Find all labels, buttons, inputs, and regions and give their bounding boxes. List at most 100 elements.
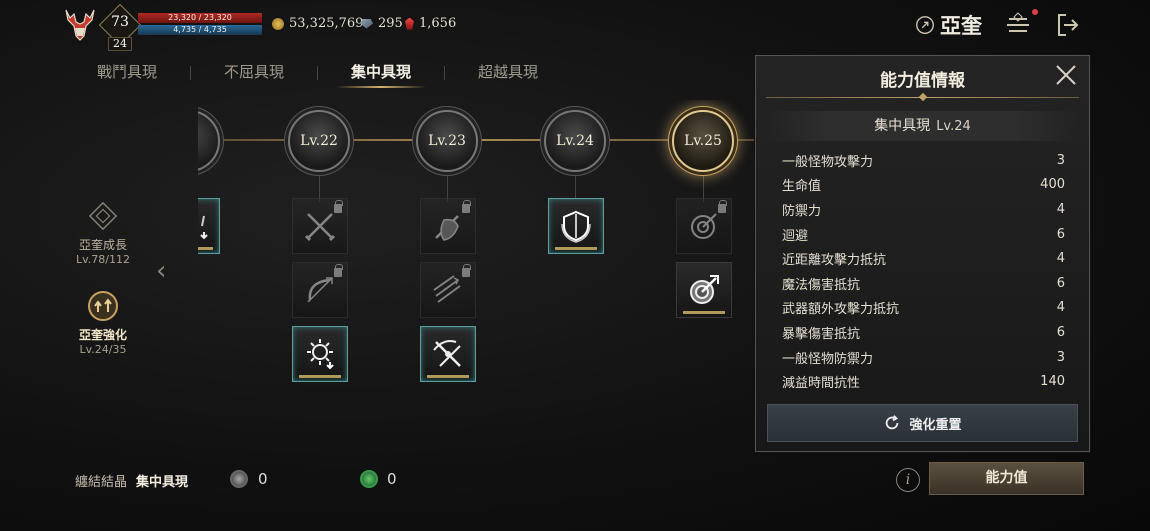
sidebar-item-label: 亞奎成長 bbox=[78, 238, 127, 252]
target-arrow-icon bbox=[690, 275, 719, 304]
panel-subtitle: 集中具現 Lv.24 bbox=[766, 111, 1079, 141]
track-node-21[interactable]: 21 bbox=[198, 110, 220, 172]
stat-name: 減益時間抗性 bbox=[782, 376, 861, 392]
card-progress-strip bbox=[555, 247, 597, 250]
panel-subtitle-name: 集中具現 bbox=[874, 118, 931, 134]
track-node-22[interactable]: Lv.22 bbox=[288, 110, 350, 172]
tab-focus[interactable]: 集中具現 bbox=[318, 58, 444, 88]
skill-card[interactable] bbox=[420, 198, 476, 254]
enhancement-track: 21 Lv.22 Lv.23 Lv.24 Lv.25 bbox=[198, 100, 754, 400]
share-icon[interactable] bbox=[910, 10, 940, 40]
bottom-value-label: 集中具現 bbox=[136, 475, 189, 490]
stat-value: 4 bbox=[1056, 300, 1065, 316]
stat-row: 迴避 6 bbox=[782, 222, 1065, 247]
panel-divider bbox=[766, 97, 1079, 98]
upgrade-arrows-icon bbox=[87, 290, 119, 322]
lock-icon bbox=[462, 264, 471, 277]
skill-card[interactable] bbox=[420, 262, 476, 318]
skill-card[interactable] bbox=[292, 326, 348, 382]
stats-panel: 能力值情報 集中具現 Lv.24 一般怪物攻擊力 3 生命值 400 防禦力 4 迴避 6… bbox=[755, 55, 1090, 452]
stat-row: 近距離攻擊力抵抗 4 bbox=[782, 246, 1065, 271]
coin-icon bbox=[272, 17, 284, 30]
stat-value: 140 bbox=[1040, 374, 1065, 390]
gray-crystal-icon bbox=[230, 470, 248, 488]
stat-name: 一般怪物攻擊力 bbox=[782, 154, 874, 170]
sidebar-item-level: Lv.24/35 bbox=[79, 343, 127, 356]
stag-head-icon[interactable] bbox=[60, 6, 100, 44]
stat-name: 一般怪物防禦力 bbox=[782, 351, 874, 367]
sidebar-item-growth[interactable]: 亞奎成長 Lv.78/112 bbox=[58, 200, 148, 266]
gem-counter: 295 bbox=[360, 16, 403, 31]
gem-amount: 295 bbox=[378, 16, 403, 31]
track-node-24[interactable]: Lv.24 bbox=[544, 110, 606, 172]
stat-row: 生命值 400 bbox=[782, 173, 1065, 198]
reset-button[interactable]: 強化重置 bbox=[767, 404, 1078, 442]
player-level: 73 bbox=[111, 14, 129, 30]
skill-card[interactable] bbox=[676, 198, 732, 254]
arrow-volley-icon bbox=[433, 275, 461, 303]
crossed-swords-icon bbox=[304, 213, 336, 242]
stat-value: 6 bbox=[1056, 275, 1065, 291]
skill-card[interactable] bbox=[198, 198, 220, 254]
track-node-25[interactable]: Lv.25 bbox=[672, 110, 734, 172]
stat-value: 4 bbox=[1056, 251, 1065, 267]
sun-burst-icon bbox=[307, 339, 334, 370]
tab-combat[interactable]: 戰鬥具現 bbox=[64, 58, 190, 88]
mp-bar: 4,735 / 4,735 bbox=[138, 25, 262, 35]
skill-card[interactable] bbox=[292, 198, 348, 254]
tab-transcend[interactable]: 超越具現 bbox=[445, 58, 571, 88]
laurel-shield-icon bbox=[561, 210, 591, 243]
skill-card[interactable] bbox=[676, 262, 732, 318]
ruby-counter: 1,656 bbox=[405, 16, 456, 31]
green-crystal-count: 0 bbox=[387, 470, 397, 488]
green-crystal-icon bbox=[360, 470, 378, 488]
stat-value: 3 bbox=[1056, 349, 1065, 365]
info-icon[interactable]: i bbox=[896, 468, 920, 492]
sidebar-item-label: 亞奎強化 bbox=[78, 328, 127, 342]
stat-name: 防禦力 bbox=[782, 203, 822, 219]
sidebar-item-enhance[interactable]: 亞奎強化 Lv.24/35 bbox=[58, 290, 148, 356]
panel-title: 能力值情報 bbox=[880, 71, 965, 91]
skill-card[interactable] bbox=[420, 326, 476, 382]
notification-dot bbox=[1032, 9, 1038, 15]
card-progress-strip bbox=[198, 247, 213, 250]
card-progress-strip bbox=[299, 375, 341, 378]
stat-value: 6 bbox=[1056, 226, 1065, 242]
stat-name: 暴擊傷害抵抗 bbox=[782, 326, 861, 342]
bottom-label: 纏結結晶 bbox=[75, 475, 128, 490]
stat-row: 魔法傷害抵抗 6 bbox=[782, 271, 1065, 296]
stat-name: 生命值 bbox=[782, 179, 822, 195]
stat-name: 魔法傷害抵抗 bbox=[782, 277, 861, 293]
target-icon bbox=[691, 213, 717, 239]
character-name: 亞奎 bbox=[940, 14, 982, 38]
exit-icon[interactable] bbox=[1052, 10, 1082, 40]
tab-bar: 戰鬥具現 不屈具現 集中具現 超越具現 bbox=[64, 58, 571, 88]
stat-row: 一般怪物攻擊力 3 bbox=[782, 148, 1065, 173]
lock-icon bbox=[334, 200, 343, 213]
refresh-icon bbox=[886, 415, 899, 430]
menu-icon[interactable] bbox=[1003, 10, 1033, 40]
skill-card[interactable] bbox=[292, 262, 348, 318]
gold-amount: 53,325,769 bbox=[289, 16, 364, 31]
close-icon[interactable] bbox=[1053, 62, 1079, 88]
card-progress-strip bbox=[683, 311, 725, 314]
card-progress-strip bbox=[427, 375, 469, 378]
stats-button[interactable]: 能力值 bbox=[929, 462, 1084, 495]
tab-resilience[interactable]: 不屈具現 bbox=[191, 58, 317, 88]
chevron-left-icon[interactable]: ‹ bbox=[156, 256, 166, 286]
bow-arrow-icon bbox=[307, 277, 333, 303]
skill-card[interactable] bbox=[548, 198, 604, 254]
gray-crystal-count: 0 bbox=[258, 470, 268, 488]
sword-shield-icon bbox=[435, 215, 459, 241]
stat-name: 武器額外攻擊力抵抗 bbox=[782, 302, 900, 318]
hp-bar: 23,320 / 23,320 bbox=[138, 13, 262, 23]
stat-value: 4 bbox=[1056, 201, 1065, 217]
stat-row: 減益時間抗性 140 bbox=[782, 369, 1065, 394]
track-node-23[interactable]: Lv.23 bbox=[416, 110, 478, 172]
stat-name: 近距離攻擊力抵抗 bbox=[782, 253, 887, 269]
top-bar: 73 24 23,320 / 23,320 4,735 / 4,735 53,3… bbox=[0, 0, 1150, 51]
sidebar-item-level: Lv.78/112 bbox=[76, 253, 130, 266]
player-sub-level: 24 bbox=[108, 37, 132, 51]
lock-icon bbox=[462, 200, 471, 213]
stat-row: 防禦力 4 bbox=[782, 197, 1065, 222]
